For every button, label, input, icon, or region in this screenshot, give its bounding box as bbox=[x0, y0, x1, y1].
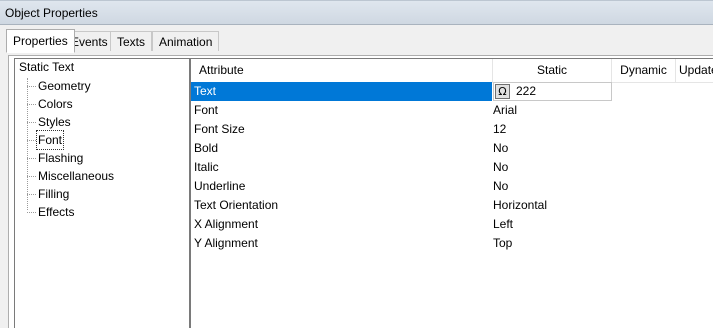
attribute-name: Bold bbox=[194, 141, 219, 155]
table-row[interactable]: Y Alignment Top bbox=[191, 234, 713, 253]
table-row[interactable]: Italic No bbox=[191, 158, 713, 177]
static-value[interactable]: Top bbox=[493, 234, 512, 253]
tree-connector bbox=[27, 78, 28, 210]
text-value-editor[interactable]: Ω 222 bbox=[493, 82, 612, 101]
static-value[interactable]: No bbox=[493, 139, 508, 158]
window-title: Object Properties bbox=[5, 6, 98, 20]
table-row[interactable]: Text Orientation Horizontal bbox=[191, 196, 713, 215]
tab-texts[interactable]: Texts bbox=[110, 31, 153, 51]
attribute-name: Text bbox=[194, 84, 217, 98]
table-row[interactable]: Text Ω 222 bbox=[191, 82, 713, 101]
column-header-attribute[interactable]: Attribute bbox=[191, 59, 493, 82]
attribute-name: Underline bbox=[194, 179, 246, 193]
tab-animation[interactable]: Animation bbox=[152, 31, 220, 51]
table-row[interactable]: Bold No bbox=[191, 139, 713, 158]
column-header-static[interactable]: Static bbox=[493, 59, 612, 82]
attribute-name: Italic bbox=[194, 160, 219, 174]
tab-properties[interactable]: Properties bbox=[6, 29, 75, 53]
text-value[interactable]: 222 bbox=[516, 83, 536, 100]
attribute-name: Font Size bbox=[194, 122, 245, 136]
table-row[interactable]: Underline No bbox=[191, 177, 713, 196]
static-value[interactable]: 12 bbox=[493, 120, 506, 139]
static-value[interactable]: Left bbox=[493, 215, 513, 234]
grid-header: Attribute Static Dynamic Update bbox=[191, 59, 713, 83]
static-value[interactable]: Horizontal bbox=[493, 196, 547, 215]
title-bar: Object Properties bbox=[0, 0, 713, 25]
table-row[interactable]: Font Size 12 bbox=[191, 120, 713, 139]
special-character-icon[interactable]: Ω bbox=[495, 84, 510, 99]
attribute-name: Font bbox=[194, 103, 219, 117]
column-header-update[interactable]: Update bbox=[676, 59, 713, 82]
table-row[interactable]: X Alignment Left bbox=[191, 215, 713, 234]
category-tree: Static Text Geometry Colors Styles Font … bbox=[14, 58, 190, 328]
static-value[interactable]: No bbox=[493, 177, 508, 196]
static-value[interactable]: Arial bbox=[493, 101, 517, 120]
attribute-name: X Alignment bbox=[194, 217, 259, 231]
table-row[interactable]: Font Arial bbox=[191, 101, 713, 120]
tab-strip: Properties Events Texts Animation bbox=[0, 25, 713, 57]
static-value[interactable]: No bbox=[493, 158, 508, 177]
column-header-dynamic[interactable]: Dynamic bbox=[612, 59, 676, 82]
attribute-name: Text Orientation bbox=[194, 198, 279, 212]
attribute-name: Y Alignment bbox=[194, 236, 258, 250]
row-selection-highlight bbox=[191, 82, 492, 101]
tree-root-static-text[interactable]: Static Text bbox=[19, 60, 74, 74]
attribute-grid: Attribute Static Dynamic Update Text Ω 2… bbox=[190, 58, 713, 328]
